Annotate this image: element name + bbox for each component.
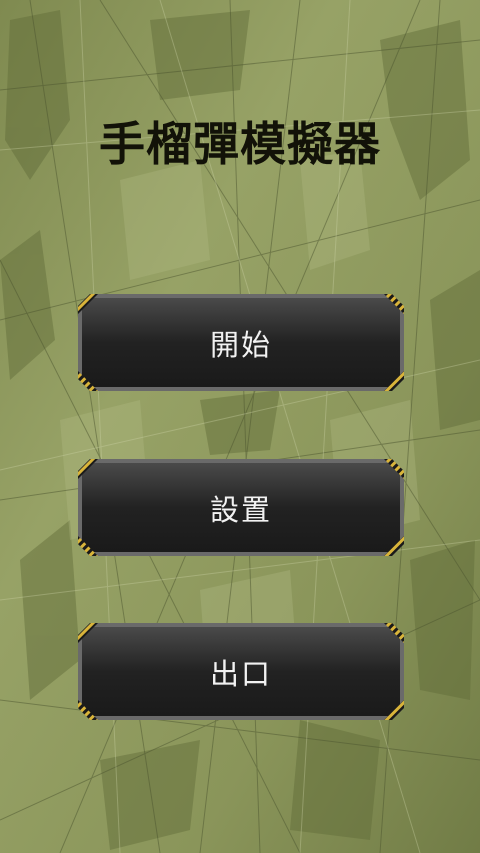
app-title: 手榴彈模擬器 bbox=[99, 117, 381, 171]
settings-button[interactable]: 設置 bbox=[76, 457, 406, 558]
exit-button-label: 出口 bbox=[209, 656, 272, 691]
exit-button[interactable]: 出口 bbox=[76, 621, 406, 722]
start-button-label: 開始 bbox=[209, 327, 272, 362]
settings-button-label: 設置 bbox=[209, 492, 272, 527]
main-menu-screen: 手榴彈模擬器 開始 設置 出口 bbox=[0, 0, 480, 853]
start-button[interactable]: 開始 bbox=[76, 292, 406, 393]
